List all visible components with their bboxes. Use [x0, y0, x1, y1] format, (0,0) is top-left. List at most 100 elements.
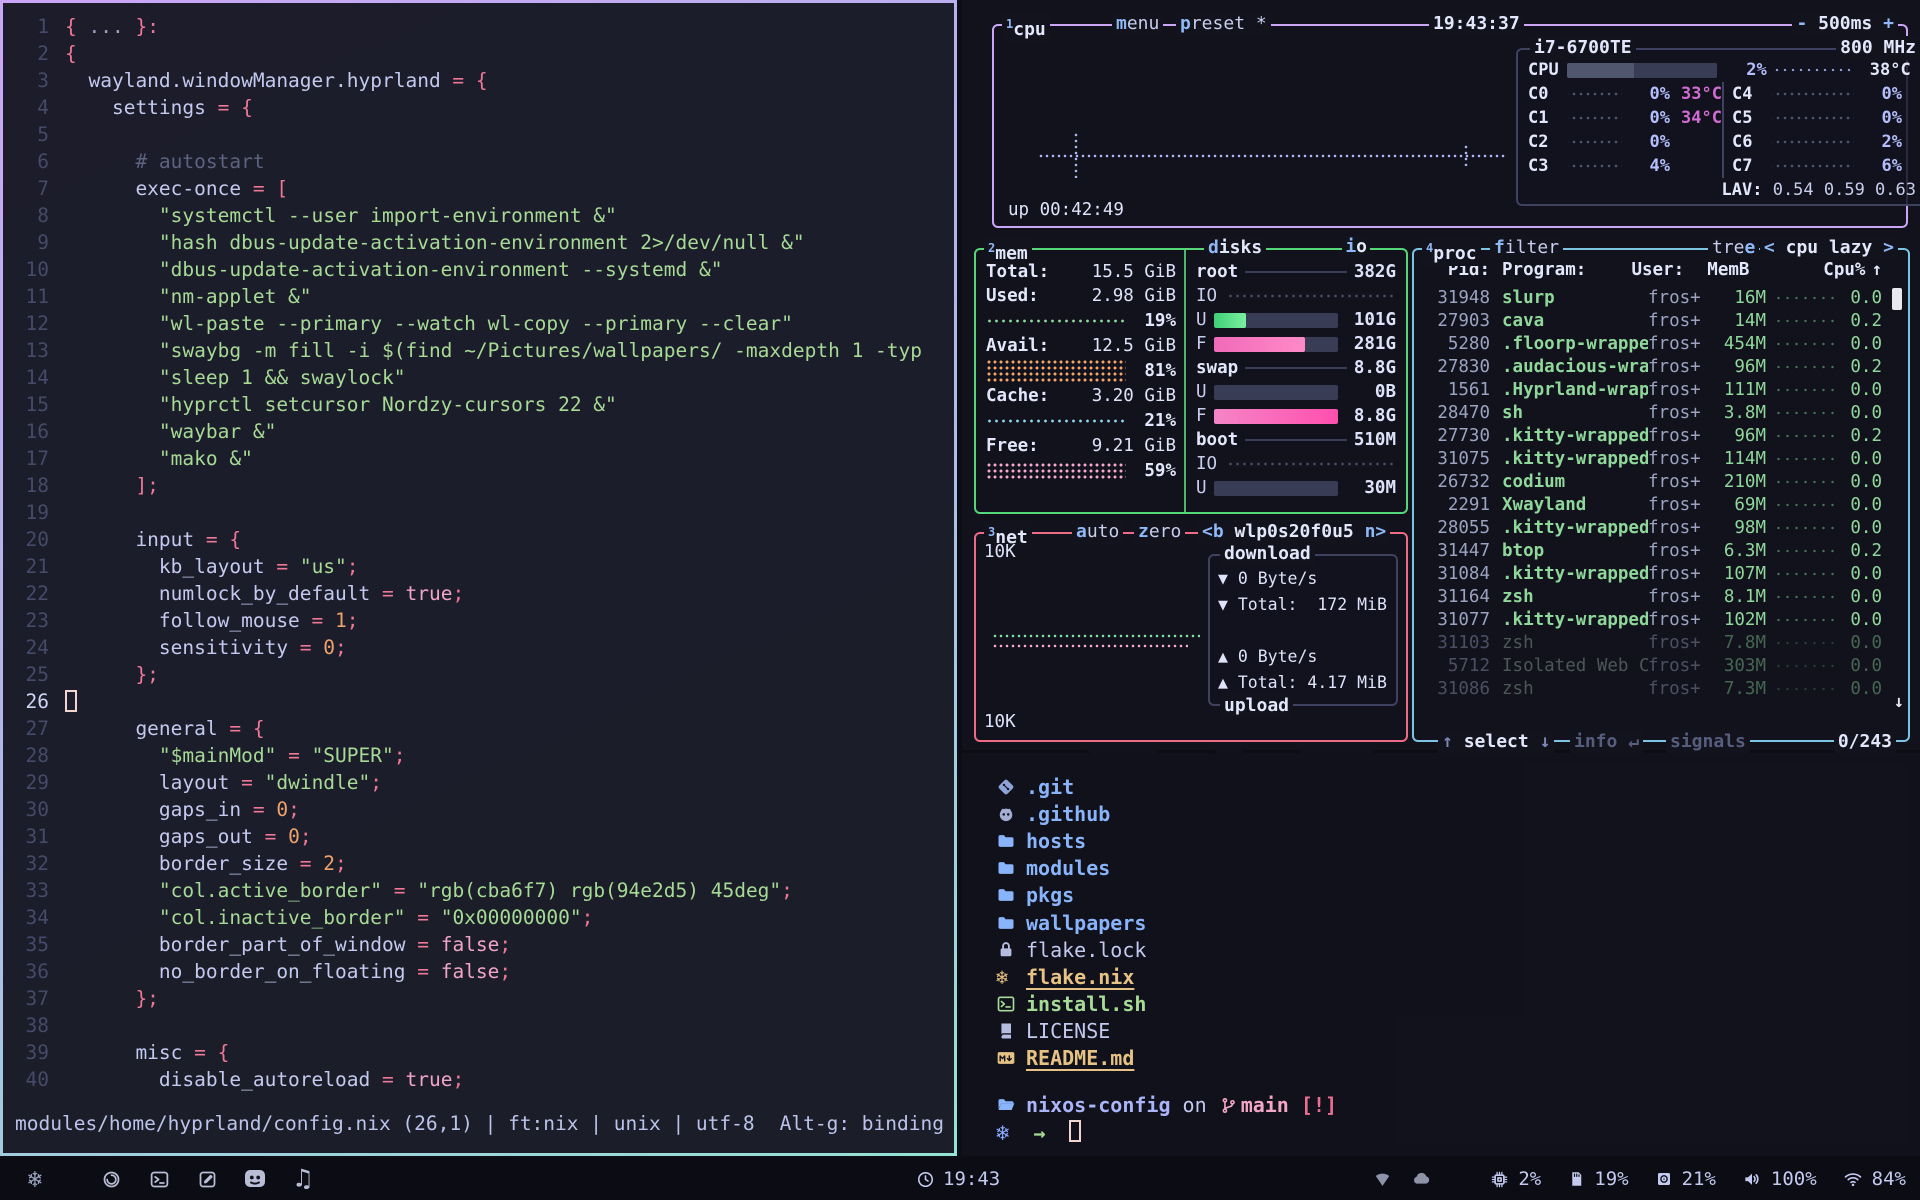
cpu-box-title[interactable]: 1cpu [1002, 12, 1050, 42]
code-line[interactable]: 34 "col.inactive_border" = "0x00000000"; [3, 904, 954, 931]
terminal-app-launcher-icon[interactable] [146, 1166, 172, 1192]
code-line[interactable]: 11 "nm-applet &" [3, 283, 954, 310]
code-line[interactable]: 6 # autostart [3, 148, 954, 175]
proc-sort-arrow[interactable]: ↑ [1871, 260, 1882, 280]
code-line[interactable]: 37 }; [3, 985, 954, 1012]
proc-select-control[interactable]: ↑ select ↓ [1438, 730, 1554, 754]
code-line[interactable]: 5 [3, 121, 954, 148]
wifi-filled-tray-icon[interactable] [1373, 1170, 1392, 1189]
code-line[interactable]: 13 "swaybg -m fill -i $(find ~/Pictures/… [3, 337, 954, 364]
proc-sort-control[interactable]: < cpu lazy > [1760, 236, 1898, 260]
proc-row[interactable]: 5280.floorp-wrappefros+454M0.0 [1414, 332, 1908, 355]
proc-signals-control[interactable]: signals [1666, 730, 1750, 754]
taskbar-clock[interactable]: 19:43 [916, 1168, 1000, 1190]
code-line[interactable]: 12 "wl-paste --primary --watch wl-copy -… [3, 310, 954, 337]
proc-row[interactable]: 28055.kitty-wrappedfros+98M0.0 [1414, 516, 1908, 539]
proc-row[interactable]: 31075.kitty-wrappedfros+114M0.0 [1414, 447, 1908, 470]
proc-row[interactable]: 31103zshfros+7.8M0.0 [1414, 631, 1908, 654]
notes-launcher-icon[interactable] [194, 1166, 220, 1192]
code-line[interactable]: 19 [3, 499, 954, 526]
file-item[interactable]: .git [996, 773, 1146, 800]
code-line[interactable]: 35 border_part_of_window = false; [3, 931, 954, 958]
code-line[interactable]: 30 gaps_in = 0; [3, 796, 954, 823]
cloud-tray-icon[interactable] [1410, 1168, 1432, 1190]
proc-row[interactable]: 5712Isolated Web Cfros+303M0.0 [1414, 654, 1908, 677]
code-line[interactable]: 31 gaps_out = 0; [3, 823, 954, 850]
net-interface-switch[interactable]: <b wlp0s20f0u5 n> [1198, 520, 1390, 544]
proc-header-user[interactable]: User: [1631, 260, 1693, 280]
code-line[interactable]: 24 sensitivity = 0; [3, 634, 954, 661]
code-line[interactable]: 15 "hyprctl setcursor Nordzy-cursors 22 … [3, 391, 954, 418]
code-line[interactable]: 9 "hash dbus-update-activation-environme… [3, 229, 954, 256]
code-line[interactable]: 21 kb_layout = "us"; [3, 553, 954, 580]
disk-status[interactable]: 21% [1655, 1168, 1716, 1190]
floorp-launcher-icon[interactable] [98, 1166, 124, 1192]
code-line[interactable]: 2{ [3, 40, 954, 67]
proc-row[interactable]: 31447btopfros+6.3M0.2 [1414, 539, 1908, 562]
proc-row[interactable]: 27830.audacious-wrafros+96M0.2 [1414, 355, 1908, 378]
nix-launcher-icon[interactable]: ❄ [22, 1166, 48, 1192]
code-line[interactable]: 25 }; [3, 661, 954, 688]
speaker-status[interactable]: 100% [1742, 1168, 1817, 1190]
file-item[interactable]: modules [996, 855, 1146, 882]
code-line[interactable]: 14 "sleep 1 && swaylock" [3, 364, 954, 391]
proc-scrollbar-thumb[interactable] [1892, 288, 1902, 310]
menu-button[interactable]: menu [1112, 12, 1163, 36]
proc-row[interactable]: 27730.kitty-wrappedfros+96M0.2 [1414, 424, 1908, 447]
file-item[interactable]: .github [996, 800, 1146, 827]
music-launcher-icon[interactable]: ♫ [290, 1166, 316, 1192]
code-line[interactable]: 33 "col.active_border" = "rgb(cba6f7) rg… [3, 877, 954, 904]
proc-header-cpu[interactable]: Cpu% [1821, 260, 1865, 280]
proc-tree-button[interactable]: tree [1708, 236, 1759, 260]
code-line[interactable]: 40 disable_autoreload = true; [3, 1066, 954, 1093]
code-line[interactable]: 17 "mako &" [3, 445, 954, 472]
file-item[interactable]: LICENSE [996, 1018, 1146, 1045]
code-line[interactable]: 32 border_size = 2; [3, 850, 954, 877]
proc-header-mem[interactable]: MemB [1693, 260, 1749, 280]
code-line[interactable]: 38 [3, 1012, 954, 1039]
code-line[interactable]: 23 follow_mouse = 1; [3, 607, 954, 634]
code-line[interactable]: 8 "systemctl --user import-environment &… [3, 202, 954, 229]
proc-row[interactable]: 31164zshfros+8.1M0.0 [1414, 585, 1908, 608]
code-line[interactable]: 4 settings = { [3, 94, 954, 121]
proc-row[interactable]: 2291Xwaylandfros+69M0.0 [1414, 493, 1908, 516]
code-line[interactable]: 29 layout = "dwindle"; [3, 769, 954, 796]
interval-control[interactable]: - 500ms + [1792, 12, 1898, 36]
proc-row[interactable]: 31084.kitty-wrappedfros+107M0.0 [1414, 562, 1908, 585]
file-item[interactable]: ❄flake.nix [996, 963, 1146, 990]
proc-header-program[interactable]: Program: [1502, 260, 1631, 280]
file-item[interactable]: wallpapers [996, 909, 1146, 936]
chip-status[interactable]: 2% [1490, 1168, 1541, 1190]
wifi-status[interactable]: 84% [1843, 1168, 1906, 1190]
proc-row[interactable]: 31077.kitty-wrappedfros+102M0.0 [1414, 608, 1908, 631]
proc-row[interactable]: 31948slurpfros+16M0.0 [1414, 286, 1908, 309]
code-line[interactable]: 27 general = { [3, 715, 954, 742]
disks-io-toggle[interactable]: io [1342, 236, 1370, 257]
code-line[interactable]: 26 [3, 688, 954, 715]
file-item[interactable]: hosts [996, 827, 1146, 854]
editor-surface[interactable]: 1{ ... }:2{3 wayland.windowManager.hyprl… [3, 3, 954, 1153]
code-area[interactable]: 1{ ... }:2{3 wayland.windowManager.hyprl… [3, 13, 954, 1093]
file-item[interactable]: README.md [996, 1045, 1146, 1072]
proc-row[interactable]: 31086zshfros+7.3M0.0 [1414, 677, 1908, 700]
code-line[interactable]: 1{ ... }: [3, 13, 954, 40]
terminal-window[interactable]: .git.githubhostsmodulespkgswallpapersfla… [962, 753, 1920, 1156]
code-line[interactable]: 3 wayland.windowManager.hyprland = { [3, 67, 954, 94]
net-auto-button[interactable]: auto [1072, 520, 1123, 544]
proc-row[interactable]: 28470shfros+3.8M0.0 [1414, 401, 1908, 424]
code-line[interactable]: 20 input = { [3, 526, 954, 553]
file-item[interactable]: install.sh [996, 991, 1146, 1018]
proc-row[interactable]: 1561.Hyprland-wrapfros+111M0.0 [1414, 378, 1908, 401]
code-line[interactable]: 36 no_border_on_floating = false; [3, 958, 954, 985]
code-line[interactable]: 22 numlock_by_default = true; [3, 580, 954, 607]
proc-scroll-down-icon[interactable]: ↓ [1894, 692, 1904, 712]
memcard-status[interactable]: 19% [1567, 1168, 1628, 1190]
code-line[interactable]: 16 "waybar &" [3, 418, 954, 445]
file-item[interactable]: flake.lock [996, 936, 1146, 963]
proc-box-title[interactable]: 4proc [1422, 236, 1481, 266]
code-line[interactable]: 18 ]; [3, 472, 954, 499]
file-item[interactable]: pkgs [996, 882, 1146, 909]
code-line[interactable]: 7 exec-once = [ [3, 175, 954, 202]
preset-button[interactable]: preset * [1176, 12, 1271, 36]
code-line[interactable]: 28 "$mainMod" = "SUPER"; [3, 742, 954, 769]
